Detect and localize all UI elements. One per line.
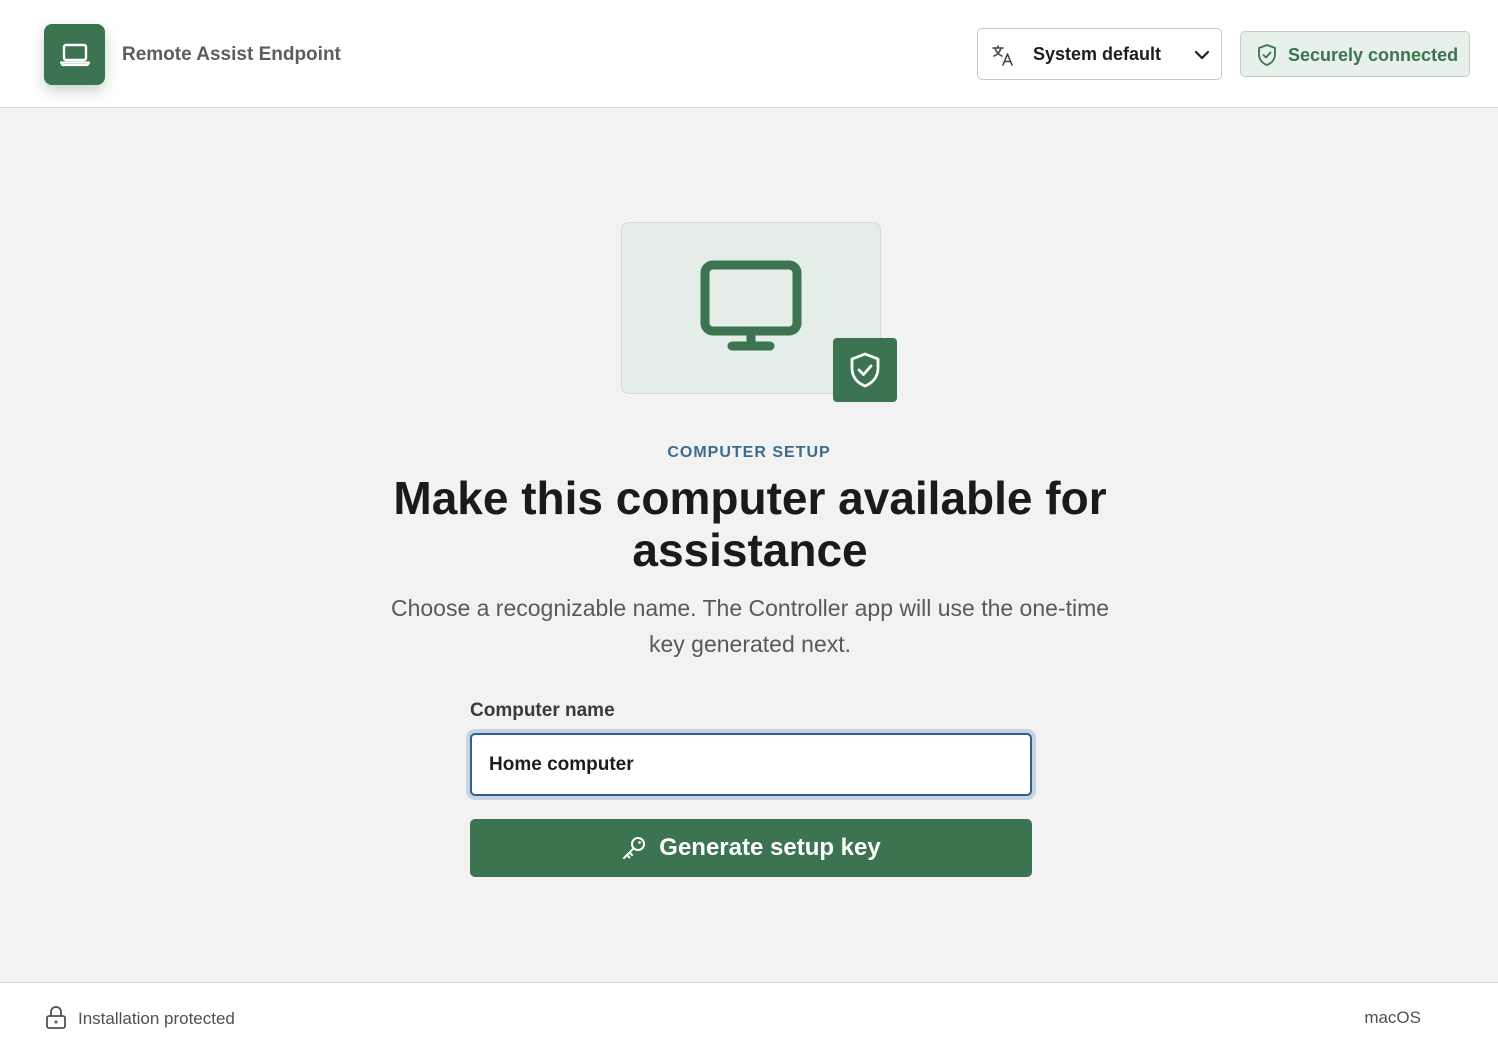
chevron-down-icon	[1194, 50, 1210, 60]
installation-protected-label: Installation protected	[78, 1009, 235, 1028]
footer: Installation protected macOS	[0, 982, 1498, 1050]
header: Remote Assist Endpoint System default Se…	[0, 0, 1498, 108]
shield-check-icon	[850, 352, 880, 388]
section-eyebrow: COMPUTER SETUP	[667, 444, 831, 461]
app-title: Remote Assist Endpoint	[122, 44, 341, 65]
page-subtitle: Choose a recognizable name. The Controll…	[390, 595, 1110, 657]
page-title: Make this computer available for assista…	[393, 472, 1107, 576]
lock-icon	[46, 1006, 66, 1029]
computer-name-label: Computer name	[470, 700, 615, 721]
hero-shield-badge	[833, 338, 897, 402]
monitor-icon	[700, 260, 802, 351]
connection-status-badge: Securely connected	[1240, 31, 1470, 77]
connection-status-label: Securely connected	[1288, 45, 1459, 65]
app-window: Remote Assist Endpoint System default Se…	[0, 0, 1498, 1050]
generate-setup-key-label: Generate setup key	[659, 834, 881, 861]
shield-check-icon	[1258, 44, 1276, 66]
generate-setup-key-button[interactable]: Generate setup key	[470, 819, 1032, 877]
laptop-icon	[59, 43, 90, 66]
app-logo	[44, 24, 105, 85]
translate-icon	[992, 45, 1013, 66]
language-select-value: System default	[1033, 44, 1162, 64]
os-label: macOS	[1364, 1008, 1421, 1027]
key-icon	[623, 837, 646, 859]
computer-name-input[interactable]	[470, 733, 1032, 796]
language-select[interactable]: System default	[977, 28, 1222, 80]
